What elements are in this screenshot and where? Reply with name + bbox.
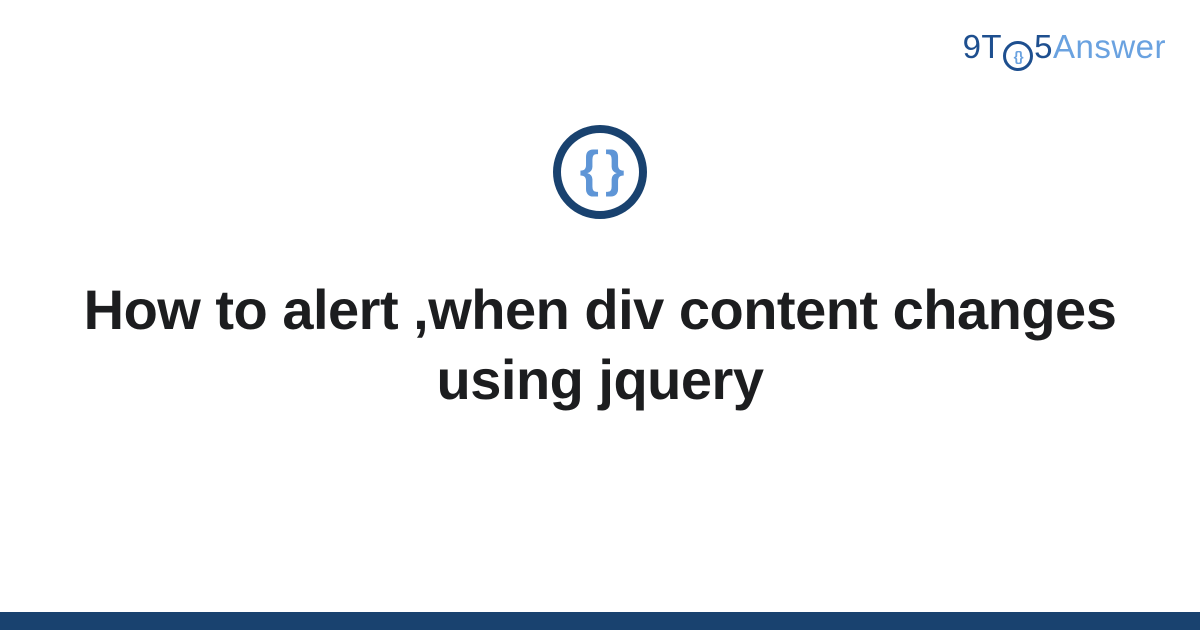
brand-prefix: 9T [963, 28, 1003, 66]
page-title: How to alert ,when div content changes u… [0, 275, 1200, 415]
footer-accent-bar [0, 612, 1200, 630]
brand-logo: 9T {} 5 Answer [963, 28, 1166, 68]
brand-circle-icon: {} [1003, 41, 1033, 71]
brand-suffix: Answer [1053, 28, 1166, 66]
code-braces-icon: {} [1014, 49, 1023, 63]
code-braces-icon: { } [580, 144, 621, 194]
content-area: { } How to alert ,when div content chang… [0, 125, 1200, 415]
brand-mid: 5 [1034, 28, 1053, 66]
category-icon-circle: { } [553, 125, 647, 219]
page-card: 9T {} 5 Answer { } How to alert ,when di… [0, 0, 1200, 630]
